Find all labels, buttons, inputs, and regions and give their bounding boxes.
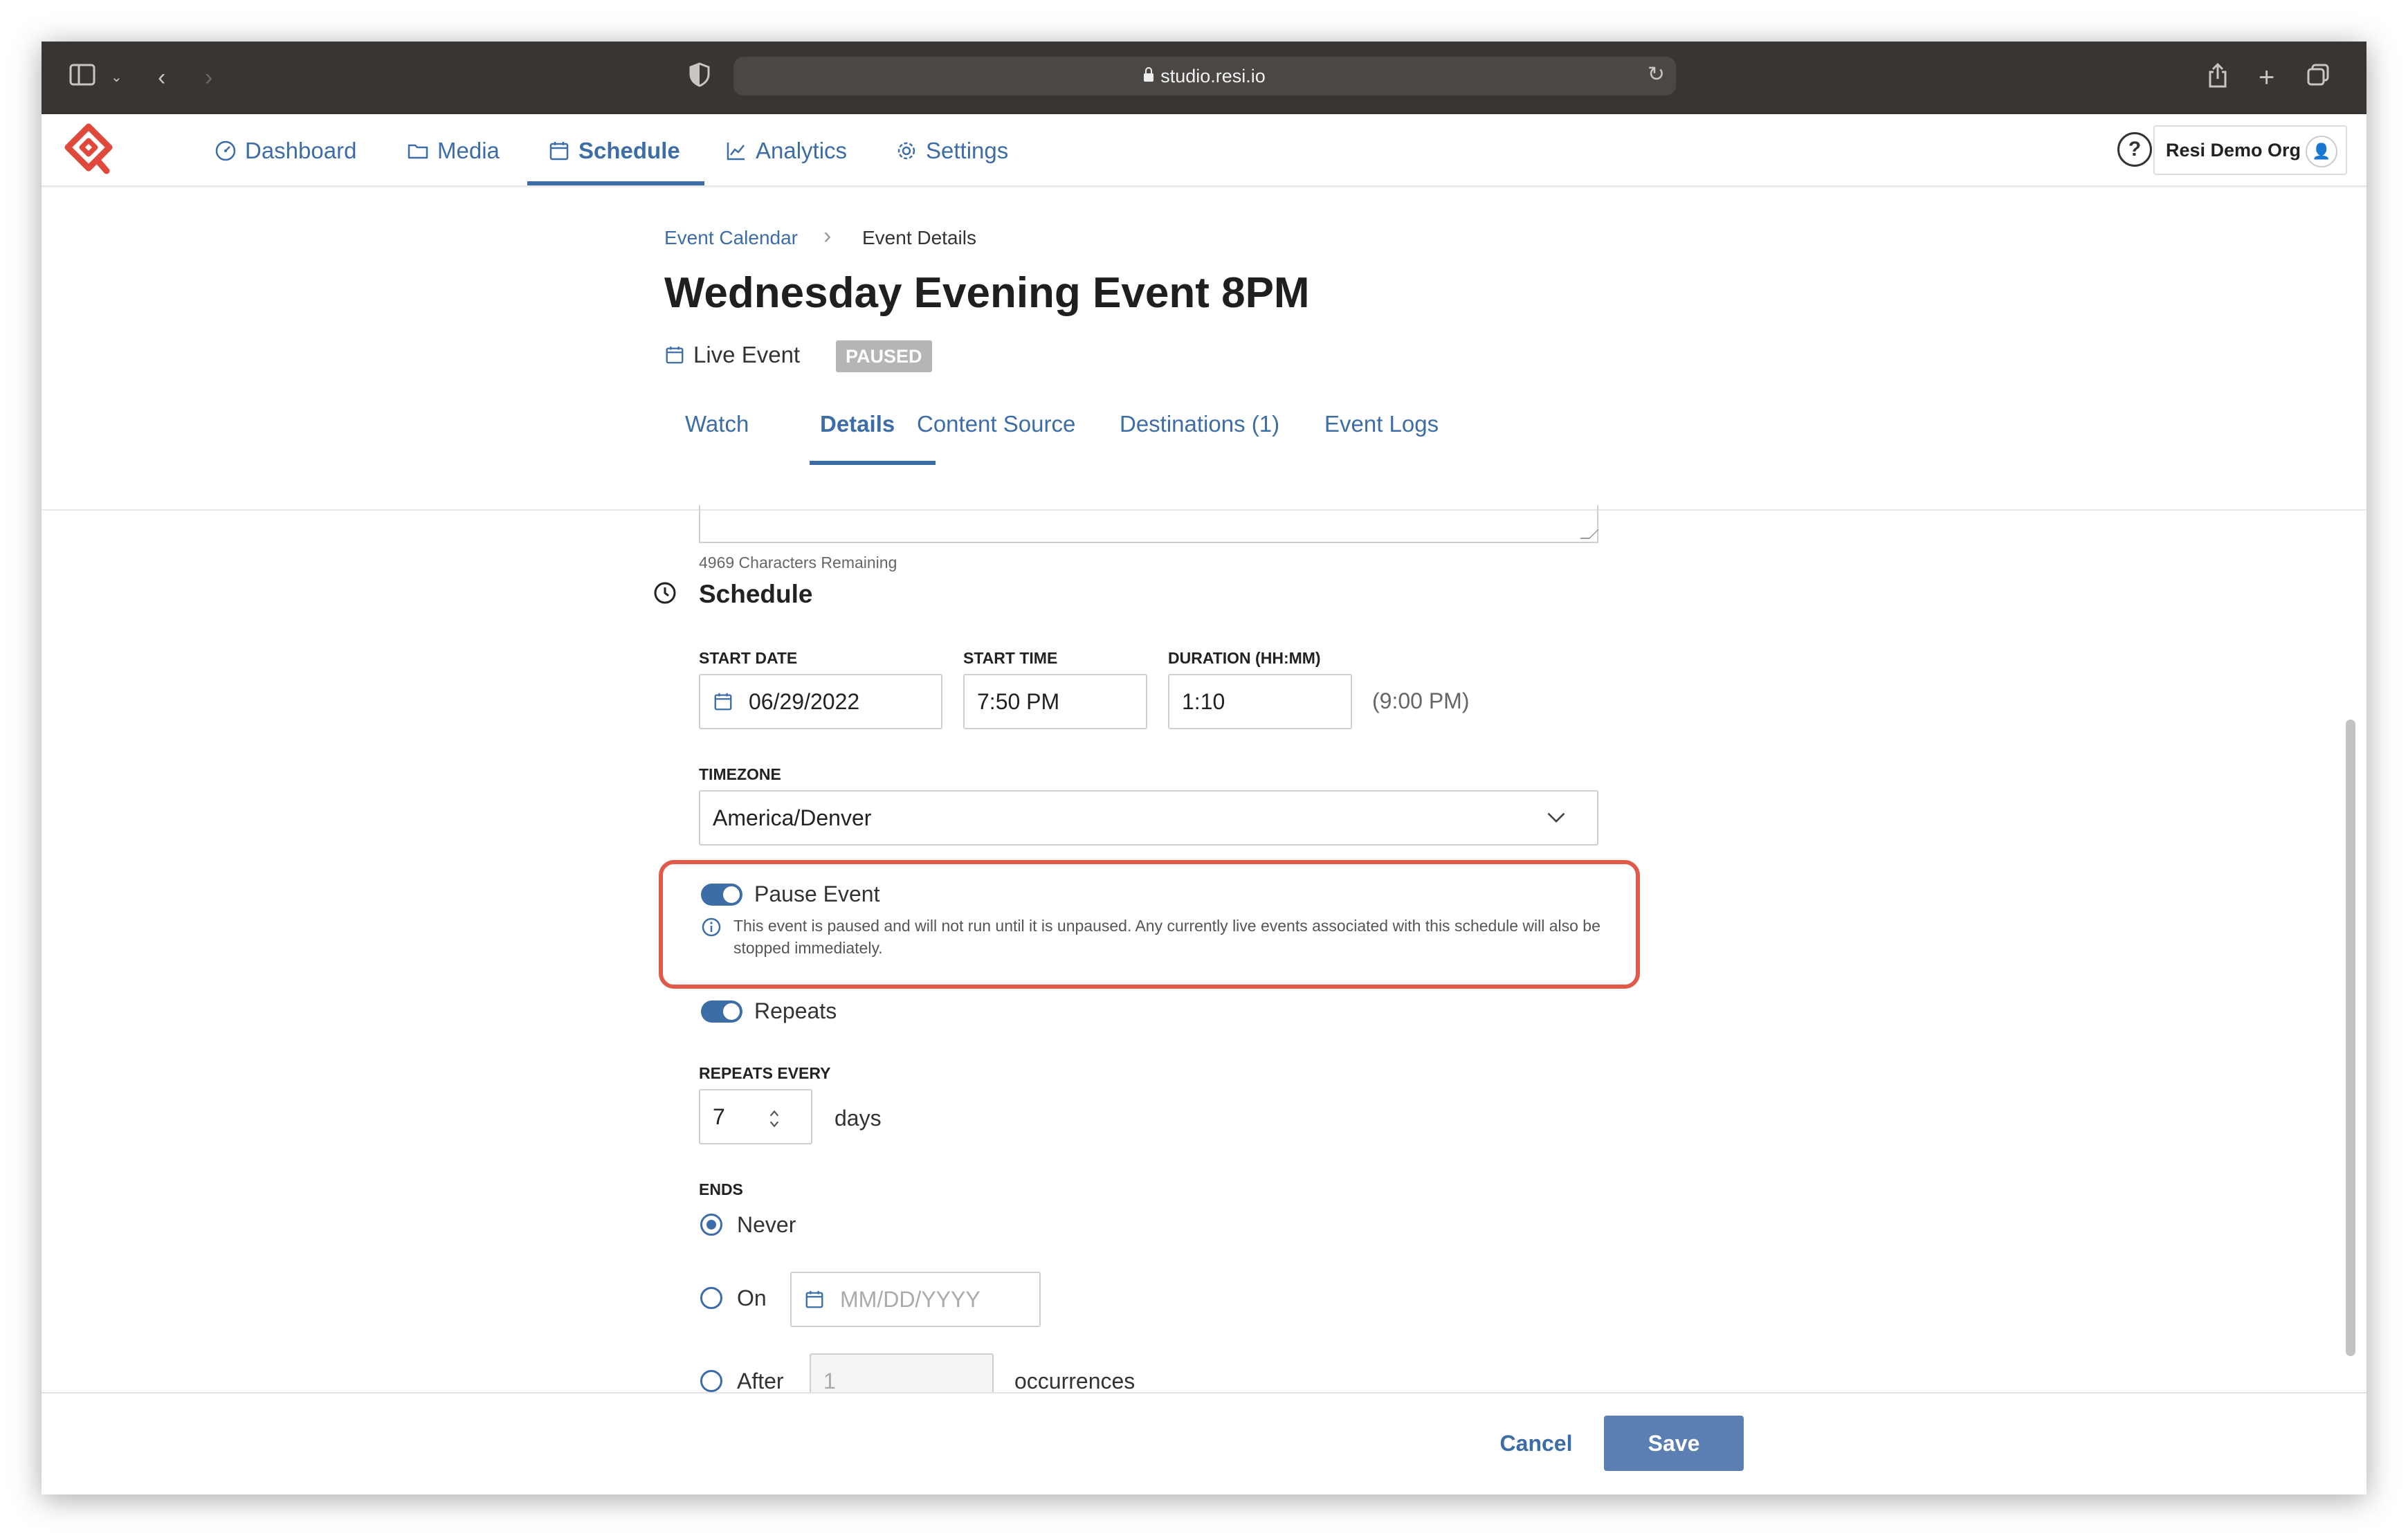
folder-icon [408,144,428,158]
browser-toolbar: ⌄ ‹ › studio.resi.io ↻ + [42,42,2366,114]
timezone-value: America/Denver [713,805,872,830]
nav-media[interactable]: Media [407,114,500,187]
end-time-text: (9:00 PM) [1372,688,1470,713]
org-switcher[interactable]: Resi Demo Org 👤 [2153,125,2347,175]
clock-icon [654,582,676,604]
lock-icon [1144,67,1154,82]
calendar-icon [549,141,569,160]
repeats-label: Repeats [754,998,837,1023]
schedule-section-title: Schedule [699,580,813,608]
calendar-icon [714,693,732,711]
share-icon[interactable] [2207,62,2228,93]
duration-value: 1:10 [1182,688,1225,714]
ends-on-radio[interactable] [700,1287,722,1309]
tab-watch[interactable]: Watch [685,411,749,437]
breadcrumb-event-calendar[interactable]: Event Calendar [664,227,798,249]
ends-on-date-input[interactable]: MM/DD/YYYY [790,1272,1041,1327]
nav-schedule[interactable]: Schedule [548,114,680,187]
ends-on-placeholder: MM/DD/YYYY [840,1286,980,1312]
shield-icon[interactable] [689,62,710,93]
address-bar[interactable]: studio.resi.io ↻ [733,57,1676,95]
description-textarea[interactable] [699,505,1599,543]
nav-dashboard[interactable]: Dashboard [215,114,356,187]
characters-remaining: 4969 Characters Remaining [699,554,897,572]
form-footer: Cancel Save [42,1392,2366,1494]
save-button[interactable]: Save [1604,1416,1744,1471]
calendar-icon [666,346,684,364]
info-icon [702,917,721,937]
chevron-down-icon [1547,812,1565,823]
nav-settings[interactable]: Settings [895,114,1008,187]
event-type-label: Live Event [693,342,801,367]
duration-input[interactable]: 1:10 [1168,674,1352,729]
nav-analytics[interactable]: Analytics [725,114,847,187]
resize-handle-icon[interactable] [1580,529,1599,539]
ends-after-unit: occurrences [1014,1369,1135,1393]
nav-active-indicator [527,181,704,185]
start-date-value: 06/29/2022 [749,688,860,714]
start-date-label: START DATE [699,649,798,667]
resi-logo-icon[interactable] [61,122,116,178]
start-time-input[interactable]: 7:50 PM [963,674,1147,729]
event-type: Live Event [664,342,800,368]
page-title: Wednesday Evening Event 8PM [664,269,1310,317]
nav-schedule-label: Schedule [578,137,680,163]
user-avatar-icon: 👤 [2306,136,2337,167]
gear-icon [897,142,915,159]
nav-settings-label: Settings [926,137,1009,163]
tab-content-source[interactable]: Content Source [917,411,1075,437]
timezone-label: TIMEZONE [699,765,781,783]
app-nav: Dashboard Media Schedule Analytics Setti… [42,114,2366,187]
breadcrumb-current: Event Details [862,227,976,248]
reload-icon[interactable]: ↻ [1648,62,1665,86]
sidebar-toggle-icon[interactable] [69,62,97,93]
pause-event-info: This event is paused and will not run un… [733,917,1600,957]
page-scrollbar[interactable] [2346,720,2355,1356]
repeats-every-input[interactable]: 7 [699,1089,812,1144]
nav-media-label: Media [437,137,500,163]
ends-never-label: Never [737,1212,796,1237]
timezone-select[interactable]: America/Denver [699,790,1598,845]
start-date-input[interactable]: 06/29/2022 [699,674,942,729]
ends-after-label: After [737,1369,784,1393]
repeats-unit: days [834,1106,882,1131]
chart-line-icon [727,142,745,160]
start-time-label: START TIME [963,649,1058,667]
nav-analytics-label: Analytics [756,137,848,163]
ends-on-label: On [737,1286,767,1310]
url-text: studio.resi.io [1160,66,1266,86]
tab-event-logs[interactable]: Event Logs [1324,411,1439,437]
ends-after-value: 1 [823,1368,836,1393]
nav-dashboard-label: Dashboard [245,137,357,163]
pause-event-label: Pause Event [754,881,880,906]
browser-window: ⌄ ‹ › studio.resi.io ↻ + Dashboard Media… [42,42,2366,1494]
back-icon[interactable]: ‹ [158,62,165,93]
breadcrumb-chevron-icon: › [823,223,832,249]
ends-after-radio[interactable] [700,1370,722,1392]
help-icon[interactable]: ? [2117,132,2152,167]
start-time-value: 7:50 PM [977,688,1060,714]
new-tab-icon[interactable]: + [2259,62,2274,93]
duration-label: DURATION (HH:MM) [1168,649,1321,667]
repeats-every-value: 7 [713,1104,725,1129]
event-header: Event Calendar › Event Details Wednesday… [42,188,2366,511]
pause-event-toggle[interactable] [701,884,742,906]
stepper-arrows-icon[interactable] [764,1108,785,1129]
ends-label: ENDS [699,1180,743,1198]
tab-details[interactable]: Details [820,411,895,437]
repeats-every-label: REPEATS EVERY [699,1064,831,1082]
calendar-icon [805,1290,823,1308]
cancel-button[interactable]: Cancel [1453,1416,1619,1471]
tabs-overview-icon[interactable] [2306,62,2331,93]
tab-active-indicator [810,461,936,465]
repeats-toggle[interactable] [701,1000,742,1023]
status-badge: PAUSED [836,340,932,372]
gauge-icon [215,140,236,161]
org-name: Resi Demo Org [2166,139,2301,161]
ends-never-radio[interactable] [700,1214,722,1236]
tab-destinations[interactable]: Destinations (1) [1120,411,1279,437]
chevron-down-icon[interactable]: ⌄ [111,62,122,93]
forward-icon[interactable]: › [205,62,212,93]
